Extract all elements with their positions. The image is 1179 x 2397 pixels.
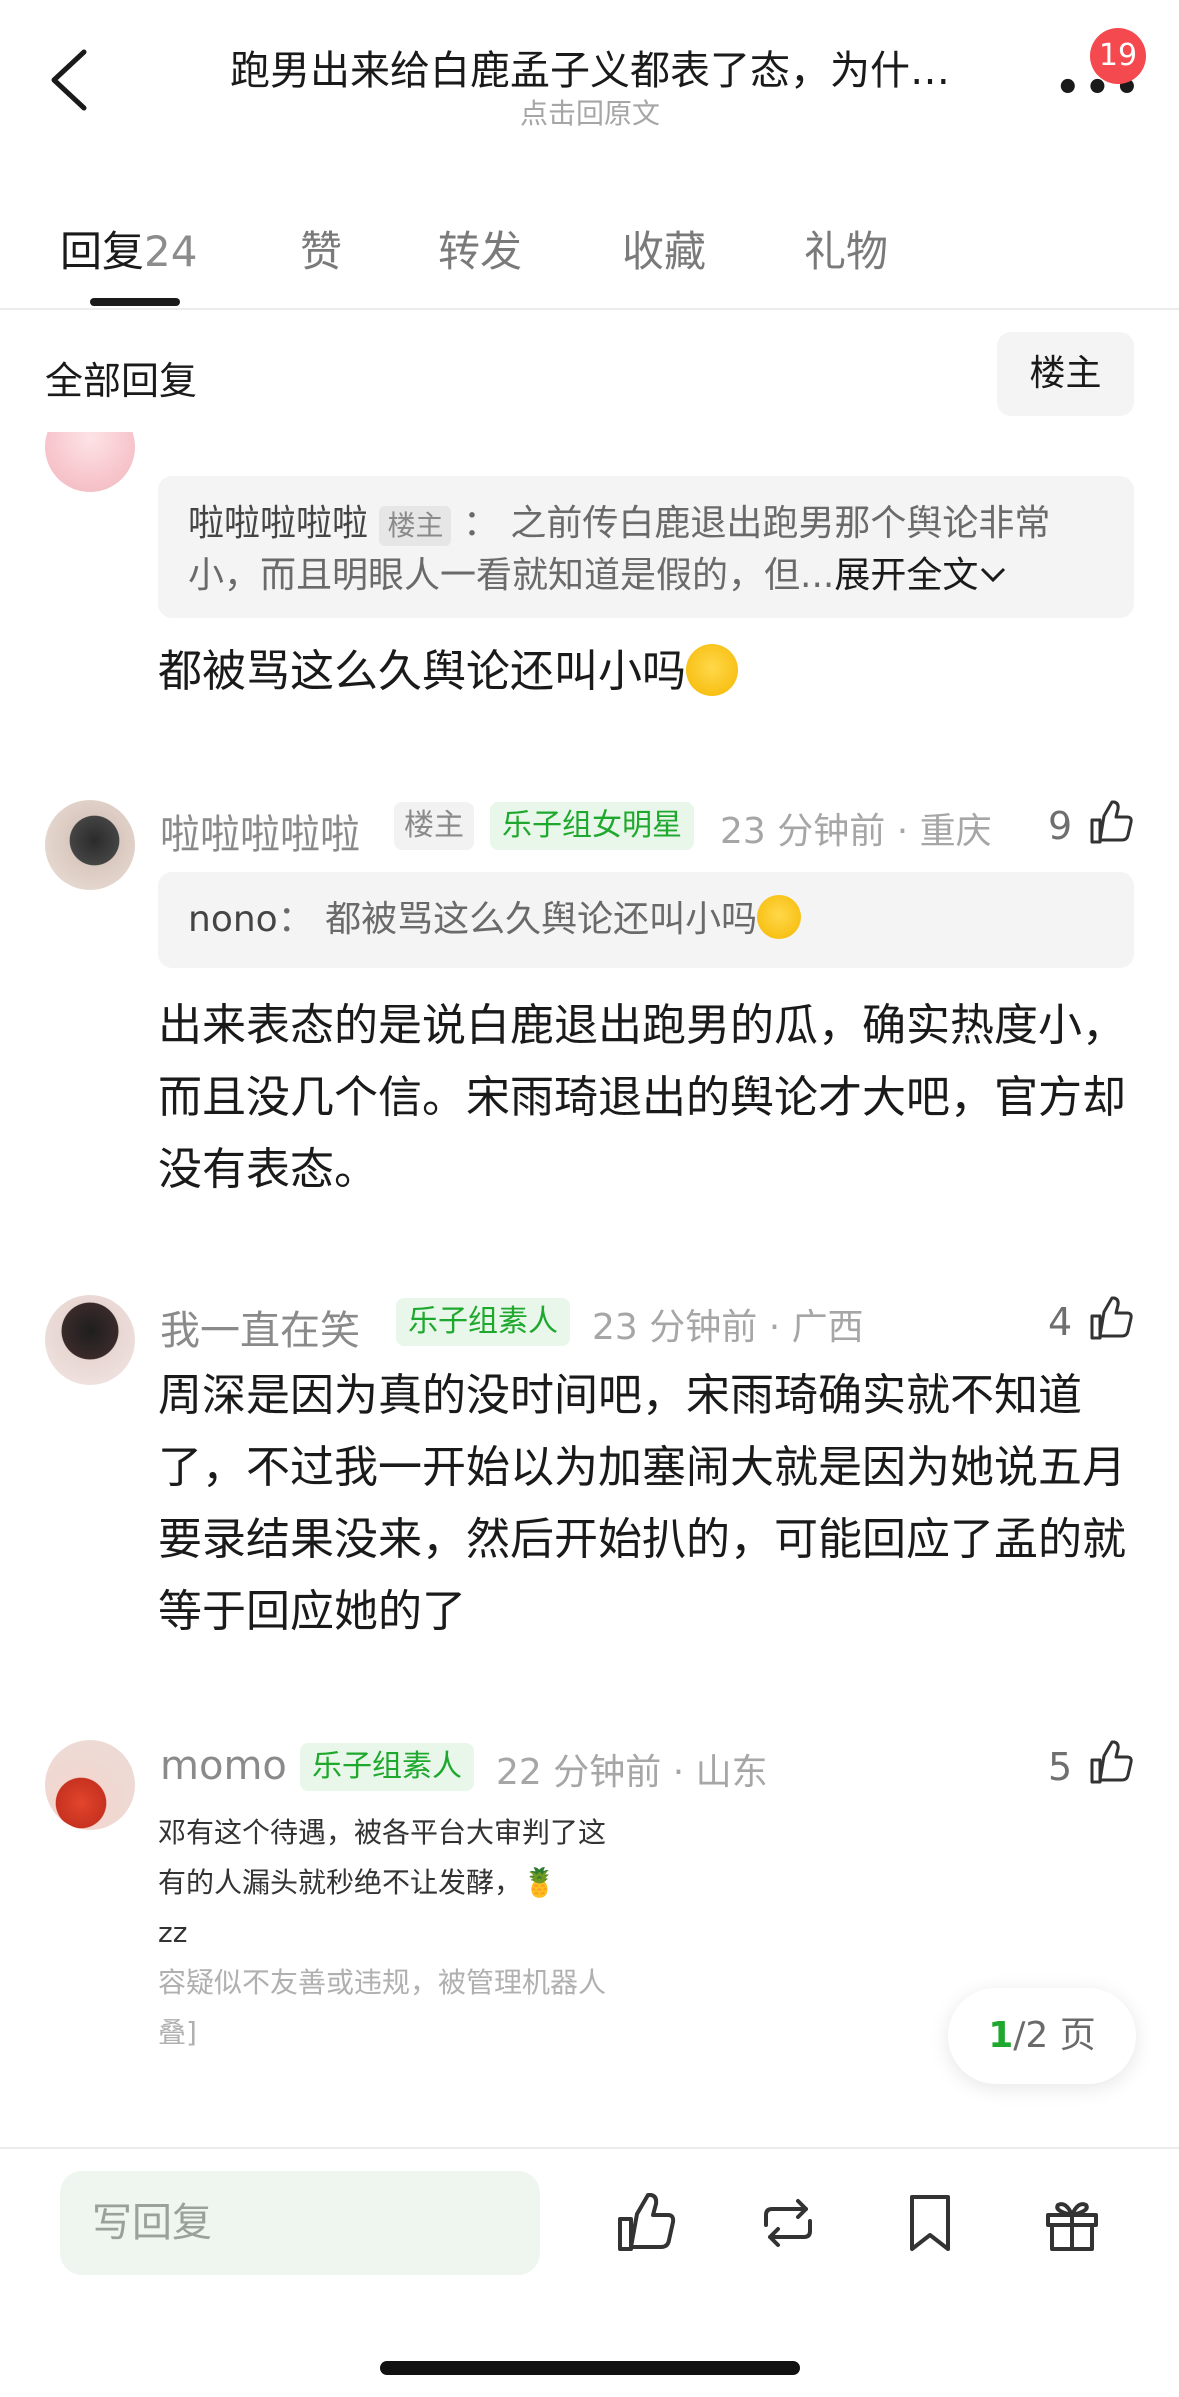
- username[interactable]: momo: [160, 1743, 287, 1789]
- username[interactable]: 我一直在笑: [160, 1298, 360, 1356]
- comment-body-text: 都被骂这么久舆论还叫小吗: [158, 646, 686, 697]
- comment-meta: 23 分钟前 · 广西: [592, 1307, 864, 1348]
- page-title[interactable]: 跑男出来给白鹿孟子义都表了态，为什…: [180, 38, 1000, 96]
- all-replies-filter[interactable]: 全部回复: [45, 350, 197, 405]
- thumbs-up-icon[interactable]: [1088, 800, 1134, 846]
- quote-separator: ：: [277, 899, 314, 940]
- quote-text: 都被骂这么久舆论还叫小吗: [325, 899, 758, 940]
- op-only-button[interactable]: 楼主: [997, 332, 1134, 416]
- comment-body: 出来表态的是说白鹿退出跑男的瓜，确实热度小，而且没几个信。宋雨琦退出的舆论才大吧…: [158, 1000, 1126, 1195]
- quote-author: nono: [188, 899, 278, 940]
- tab-reposts[interactable]: 转发: [438, 218, 522, 279]
- tab-likes[interactable]: 赞: [300, 218, 342, 279]
- avatar[interactable]: [45, 1295, 135, 1385]
- comment-meta: 23 分钟前 · 重庆: [720, 811, 992, 852]
- quoted-reply[interactable]: 啦啦啦啦啦 楼主 ： 之前传白鹿退出跑男那个舆论非常小，而且明眼人一看就知道是假…: [158, 476, 1134, 618]
- laughing-emoji-icon: [757, 895, 802, 939]
- folded-line: 邓有这个待遇，被各平台大审判了这: [158, 1816, 607, 1849]
- tab-bar: 回复24 赞 转发 收藏 礼物: [0, 200, 1179, 310]
- notification-badge: 19: [1090, 28, 1146, 84]
- avatar[interactable]: [45, 432, 135, 492]
- avatar[interactable]: [45, 800, 135, 890]
- folded-notice: 叠]: [158, 2016, 197, 2049]
- op-tag: 楼主: [394, 802, 474, 850]
- like-count: 9: [1048, 804, 1073, 848]
- avatar[interactable]: [45, 1740, 135, 1830]
- username[interactable]: 啦啦啦啦啦: [160, 802, 360, 860]
- total-pages: /2 页: [1013, 2015, 1096, 2056]
- comment-meta: 22 分钟前 · 山东: [496, 1752, 768, 1793]
- comment-body: 都被骂这么久舆论还叫小吗: [158, 636, 1134, 708]
- thumbs-up-icon[interactable]: [614, 2191, 678, 2255]
- bookmark-icon[interactable]: [898, 2191, 962, 2255]
- op-tag: 楼主: [379, 506, 452, 546]
- tab-favorites[interactable]: 收藏: [622, 218, 706, 279]
- back-to-original-link[interactable]: 点击回原文: [180, 92, 1000, 132]
- header-bar: 跑男出来给白鹿孟子义都表了态，为什… 点击回原文 ••• 19: [0, 0, 1179, 150]
- folded-notice: 容疑似不友善或违规，被管理机器人: [158, 1966, 607, 1999]
- bottom-action-bar: 写回复: [0, 2147, 1179, 2397]
- repost-icon[interactable]: [756, 2191, 820, 2255]
- comment-body: 周深是因为真的没时间吧，宋雨琦确实就不知道了，不过我一开始以为加塞闹大就是因为她…: [158, 1370, 1126, 1637]
- tab-gifts[interactable]: 礼物: [804, 218, 888, 279]
- quoted-reply[interactable]: nono： 都被骂这么久舆论还叫小吗: [158, 872, 1134, 968]
- expand-label: 展开全文: [834, 555, 979, 596]
- like-count: 4: [1048, 1300, 1073, 1344]
- chevron-down-icon: [981, 567, 1006, 583]
- like-count: 5: [1048, 1745, 1073, 1789]
- quote-author: 啦啦啦啦啦: [188, 503, 369, 544]
- page-indicator[interactable]: 1/2 页: [948, 1988, 1136, 2084]
- group-tag[interactable]: 乐子组素人: [396, 1298, 570, 1346]
- quote-separator: ：: [462, 503, 499, 544]
- tab-replies[interactable]: 回复24: [60, 218, 197, 279]
- tab-replies-count: 24: [144, 227, 198, 276]
- tab-replies-label: 回复: [60, 227, 145, 276]
- folded-line: 有的人漏头就秒绝不让发酵，🍍: [158, 1866, 557, 1899]
- folded-line: zz: [158, 1916, 188, 1949]
- reply-input[interactable]: 写回复: [60, 2171, 540, 2275]
- thumbs-up-icon[interactable]: [1088, 1740, 1134, 1786]
- active-tab-indicator: [90, 298, 180, 306]
- group-tag[interactable]: 乐子组素人: [300, 1743, 474, 1791]
- folded-comment-preview[interactable]: 邓有这个待遇，被各平台大审判了这 有的人漏头就秒绝不让发酵，🍍 zz 容疑似不友…: [158, 1808, 608, 2058]
- thumbs-up-icon[interactable]: [1088, 1296, 1134, 1342]
- back-icon[interactable]: [40, 40, 100, 120]
- expand-full-text-link[interactable]: 展开全文: [834, 555, 1008, 596]
- home-indicator: [380, 2361, 800, 2375]
- gift-icon[interactable]: [1040, 2191, 1104, 2255]
- laughing-emoji-icon: [686, 644, 738, 696]
- current-page: 1: [988, 2015, 1014, 2056]
- group-tag[interactable]: 乐子组女明星: [490, 802, 694, 850]
